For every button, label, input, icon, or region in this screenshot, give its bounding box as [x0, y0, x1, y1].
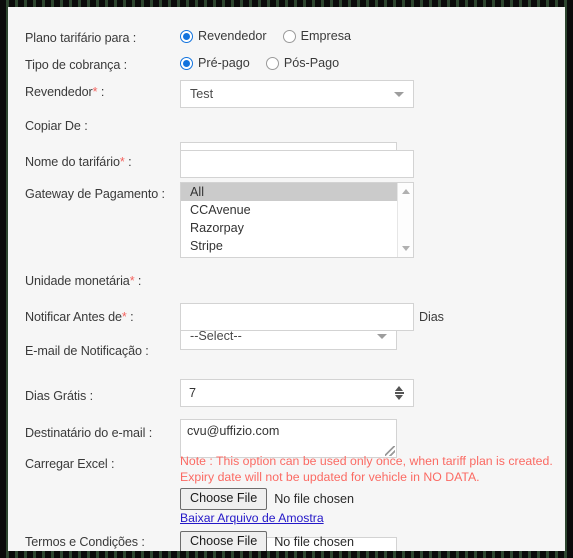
- window-frame: Plano tarifário para : Revendedor Empres…: [0, 0, 573, 558]
- plan-for-label: Plano tarifário para :: [25, 31, 137, 45]
- radio-option-empresa[interactable]: Empresa: [282, 29, 360, 43]
- upload-excel-note-line2: Expiry date will not be updated for vehi…: [180, 469, 480, 484]
- currency-label: Unidade monetária* :: [25, 274, 141, 288]
- scroll-up-arrow-icon[interactable]: [401, 189, 410, 194]
- radio-label-empresa: Empresa: [300, 29, 352, 43]
- notify-before-input[interactable]: [180, 303, 414, 331]
- notification-email-value: cvu@uffizio.com: [187, 424, 280, 438]
- stepper-down-arrow-icon[interactable]: [395, 395, 403, 400]
- listbox-option-ccavenue[interactable]: CCAvenue: [181, 201, 397, 219]
- listbox-option-all[interactable]: All: [181, 183, 397, 201]
- currency-select-value: --Select--: [190, 329, 242, 343]
- tariff-name-input[interactable]: [180, 150, 414, 178]
- currency-label-colon: :: [134, 274, 142, 288]
- radio-icon-pos-pago[interactable]: [265, 56, 279, 70]
- listbox-scrollbar[interactable]: [397, 183, 413, 257]
- plan-for-radio-group[interactable]: Revendedor Empresa: [180, 29, 360, 43]
- currency-label-text: Unidade monetária: [25, 274, 130, 288]
- copy-from-label: Copiar De :: [25, 119, 88, 133]
- reseller-label: Revendedor* :: [25, 85, 104, 99]
- upload-excel-file-status: No file chosen: [274, 492, 355, 506]
- free-days-input[interactable]: 7: [180, 379, 414, 407]
- notify-before-label-colon: :: [126, 310, 134, 324]
- radio-icon-empresa[interactable]: [282, 29, 296, 43]
- payment-gateway-label: Gateway de Pagamento :: [25, 187, 165, 201]
- tariff-name-label-colon: :: [124, 155, 132, 169]
- billing-type-label: Tipo de cobrança :: [25, 58, 128, 72]
- scroll-down-arrow-icon[interactable]: [401, 246, 410, 251]
- upload-excel-note: Note : This option can be used only once…: [180, 454, 553, 485]
- chevron-down-icon[interactable]: [394, 92, 404, 97]
- notify-before-suffix: Dias: [419, 310, 444, 324]
- radio-icon-pre-pago[interactable]: [180, 56, 193, 70]
- terms-label: Termos e Condições :: [25, 535, 145, 549]
- terms-file-status: No file chosen: [274, 535, 355, 549]
- notify-before-label-text: Notificar Antes de: [25, 310, 122, 324]
- tariff-plan-form: Plano tarifário para : Revendedor Empres…: [8, 7, 565, 551]
- radio-icon-revendedor[interactable]: [180, 29, 193, 43]
- radio-option-revendedor[interactable]: Revendedor: [180, 29, 276, 43]
- notify-before-label: Notificar Antes de* :: [25, 310, 134, 324]
- radio-label-revendedor: Revendedor: [198, 29, 267, 43]
- reseller-label-colon: :: [97, 85, 105, 99]
- terms-file-input[interactable]: Choose File No file chosen: [180, 531, 354, 551]
- notification-email-textarea[interactable]: cvu@uffizio.com: [180, 419, 397, 458]
- stepper-divider: [395, 392, 404, 394]
- radio-label-pre-pago: Pré-pago: [198, 56, 250, 70]
- radio-label-pos-pago: Pós-Pago: [283, 56, 340, 70]
- radio-option-pos-pago[interactable]: Pós-Pago: [265, 56, 348, 70]
- radio-option-pre-pago[interactable]: Pré-pago: [180, 56, 259, 70]
- payment-gateway-options: All CCAvenue Razorpay Stripe: [181, 183, 397, 257]
- payment-gateway-listbox[interactable]: All CCAvenue Razorpay Stripe: [180, 182, 414, 258]
- free-days-value: 7: [189, 386, 197, 400]
- listbox-option-razorpay[interactable]: Razorpay: [181, 219, 397, 237]
- notification-email-label: E-mail de Notificação :: [25, 344, 149, 358]
- free-days-label: Dias Grátis :: [25, 389, 93, 403]
- tariff-name-label: Nome do tarifário* :: [25, 155, 132, 169]
- reseller-select[interactable]: Test: [180, 80, 414, 108]
- upload-excel-label: Carregar Excel :: [25, 457, 115, 471]
- reseller-select-value: Test: [190, 87, 214, 101]
- billing-type-radio-group[interactable]: Pré-pago Pós-Pago: [180, 56, 348, 70]
- upload-excel-note-line1: Note : This option can be used only once…: [180, 454, 553, 468]
- reseller-label-text: Revendedor: [25, 85, 93, 99]
- download-sample-file-link[interactable]: Baixar Arquivo de Amostra: [180, 511, 324, 525]
- terms-choose-file-button[interactable]: Choose File: [180, 531, 268, 551]
- tariff-name-label-text: Nome do tarifário: [25, 155, 120, 169]
- chevron-down-icon[interactable]: [377, 334, 387, 339]
- upload-excel-file-input[interactable]: Choose File No file chosen: [180, 488, 354, 510]
- email-recipient-label: Destinatário do e-mail :: [25, 426, 153, 440]
- upload-excel-choose-file-button[interactable]: Choose File: [180, 488, 268, 510]
- number-stepper-icon[interactable]: [395, 385, 404, 401]
- listbox-option-stripe[interactable]: Stripe: [181, 237, 397, 255]
- stepper-up-arrow-icon[interactable]: [395, 386, 403, 391]
